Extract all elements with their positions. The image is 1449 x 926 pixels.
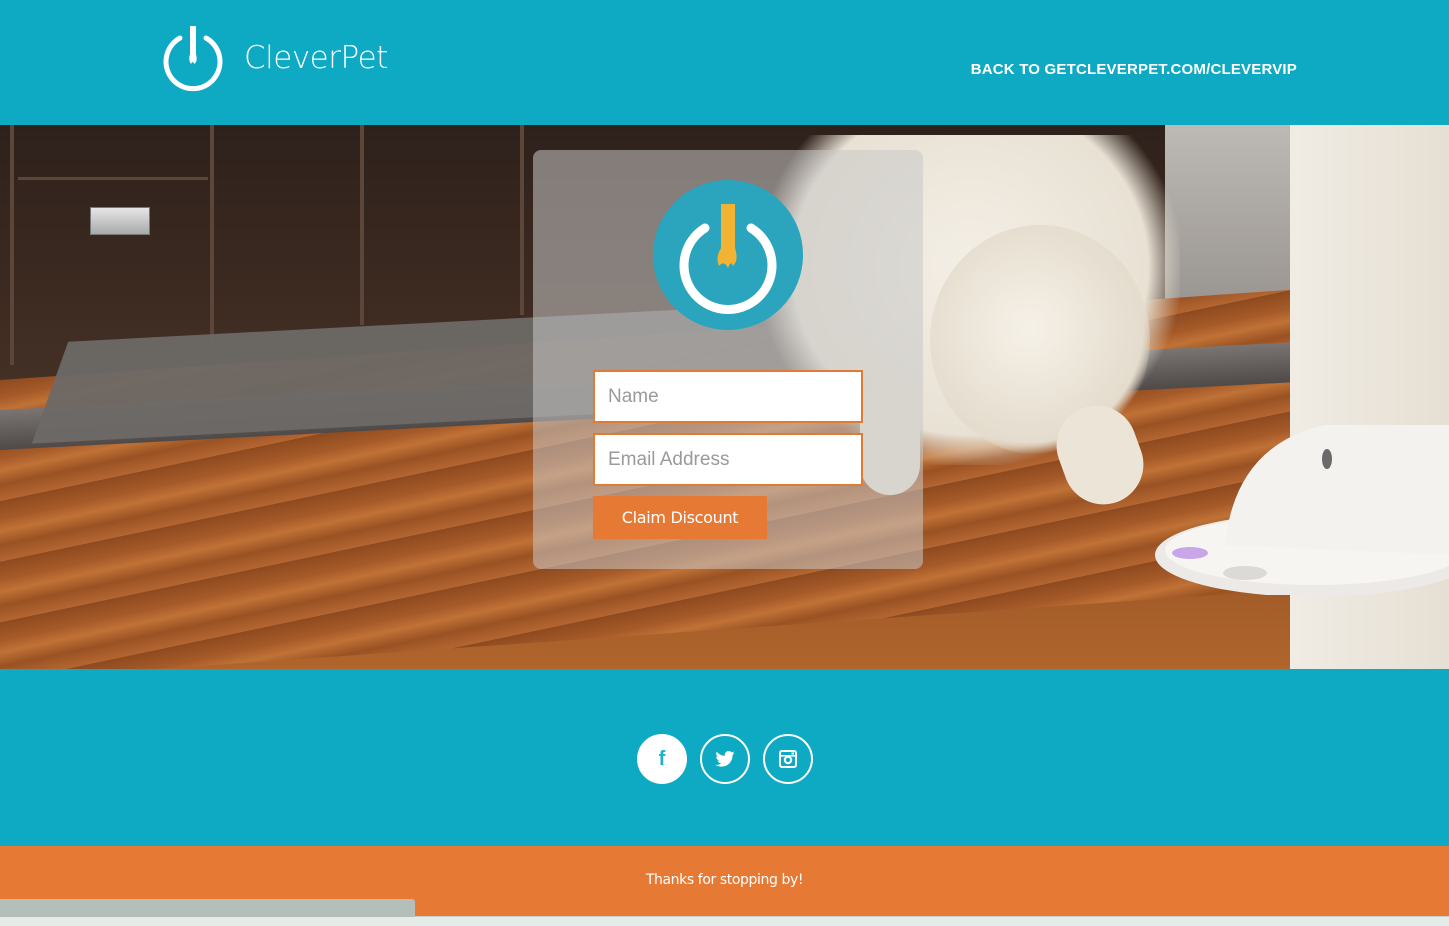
- horizontal-scrollbar-thumb[interactable]: [0, 899, 415, 917]
- email-input[interactable]: [593, 433, 863, 486]
- horizontal-scrollbar-track[interactable]: [0, 916, 1449, 926]
- twitter-icon: [715, 751, 735, 767]
- hero-section: Claim Discount: [0, 125, 1449, 669]
- site-header: CleverPet BACK TO GETCLEVERPET.COM/CLEVE…: [0, 0, 1449, 125]
- facebook-button[interactable]: f: [637, 734, 687, 784]
- twitter-button[interactable]: [700, 734, 750, 784]
- instagram-icon: [779, 750, 797, 768]
- footer-message: Thanks for stopping by!: [645, 872, 804, 888]
- back-to-site-link[interactable]: BACK TO GETCLEVERPET.COM/CLEVERVIP: [971, 61, 1297, 78]
- instagram-button[interactable]: [763, 734, 813, 784]
- cleverpet-power-icon: [653, 180, 803, 330]
- social-section: f: [0, 669, 1449, 846]
- cabinet-handle-image: [90, 207, 150, 235]
- brand-name: CleverPet: [244, 40, 388, 76]
- facebook-icon: f: [658, 747, 666, 770]
- name-input[interactable]: [593, 370, 863, 423]
- claim-discount-button[interactable]: Claim Discount: [593, 496, 767, 539]
- brand-logo[interactable]: CleverPet: [160, 24, 388, 96]
- cleverpet-hub-image: [1155, 425, 1449, 595]
- cleverpet-power-icon: [163, 26, 223, 92]
- signup-card: Claim Discount: [533, 150, 923, 569]
